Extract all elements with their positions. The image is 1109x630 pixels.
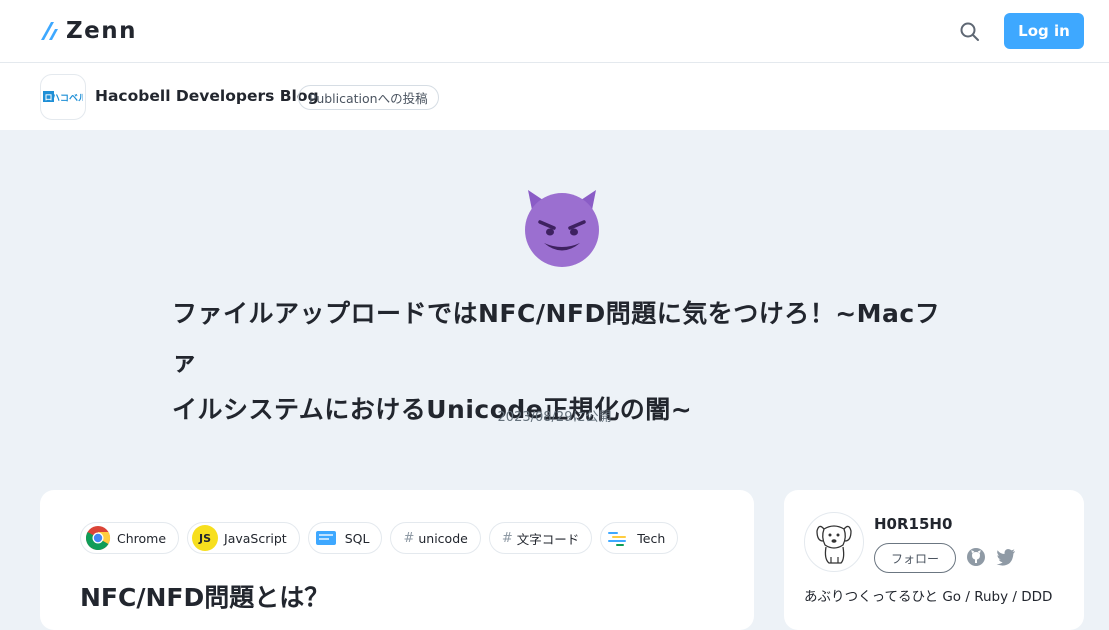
topic-label: JavaScript (224, 530, 287, 546)
topic-moji-code[interactable]: # 文字コード (488, 522, 593, 554)
sql-icon (313, 525, 339, 551)
topic-list: Chrome JS JavaScript SQL # unicode # 文字コ… (80, 522, 679, 554)
javascript-icon: JS (192, 525, 219, 551)
zenn-logo-icon (41, 22, 58, 40)
hash-icon: # (501, 530, 513, 546)
topic-label: SQL (344, 530, 370, 546)
logo-text: Zenn (66, 18, 138, 44)
search-button[interactable] (958, 20, 982, 44)
svg-text:ハコベル: ハコベル (51, 93, 83, 104)
section-heading: NFC/NFD問題とは？ (80, 583, 330, 612)
topic-label: 文字コード (516, 531, 580, 547)
article-title-line: ファイルアップロードではNFC/NFD問題に気をつけろ！~Macファ (172, 299, 941, 376)
tech-icon (605, 525, 631, 551)
topic-label: Tech (637, 530, 666, 546)
topic-chrome[interactable]: Chrome (80, 522, 180, 554)
topic-unicode[interactable]: # unicode (390, 522, 481, 554)
author-avatar[interactable] (804, 512, 864, 572)
login-button[interactable]: Log in (1004, 13, 1084, 49)
smiling-devil-emoji-icon (522, 188, 602, 268)
dog-avatar-icon (816, 525, 852, 564)
author-bio: あぶりつくってるひと Go / Ruby / DDD (804, 589, 1053, 605)
twitter-icon[interactable] (996, 548, 1016, 566)
site-header: Zenn Log in (0, 0, 1109, 63)
publication-name[interactable]: Hacobell Developers Blog (95, 87, 319, 105)
topic-label: unicode (418, 530, 468, 546)
github-icon[interactable] (966, 547, 986, 567)
article-body-card: Chrome JS JavaScript SQL # unicode # 文字コ… (40, 490, 754, 630)
topic-sql[interactable]: SQL (307, 522, 383, 554)
hash-icon: # (403, 530, 415, 546)
hacobell-logo-icon: ロ ハコベル (43, 91, 83, 104)
topic-javascript[interactable]: JS JavaScript (187, 522, 300, 554)
topic-tech[interactable]: Tech (600, 522, 679, 554)
publication-bar: ロ ハコベル Hacobell Developers Blog Publicat… (0, 63, 1109, 130)
zenn-logo[interactable]: Zenn (40, 18, 137, 44)
publication-badge: Publicationへの投稿 (298, 85, 439, 110)
published-date: 2023/08/29に公開 (497, 410, 612, 425)
follow-button[interactable]: フォロー (874, 543, 956, 573)
publication-logo[interactable]: ロ ハコベル (40, 74, 86, 120)
search-icon (960, 22, 979, 41)
topic-label: Chrome (117, 530, 167, 546)
author-card: H0R15H0 フォロー あぶりつくってるひと Go / Ruby / DDD (784, 490, 1084, 630)
chrome-icon (85, 525, 111, 551)
author-name[interactable]: H0R15H0 (874, 515, 952, 533)
